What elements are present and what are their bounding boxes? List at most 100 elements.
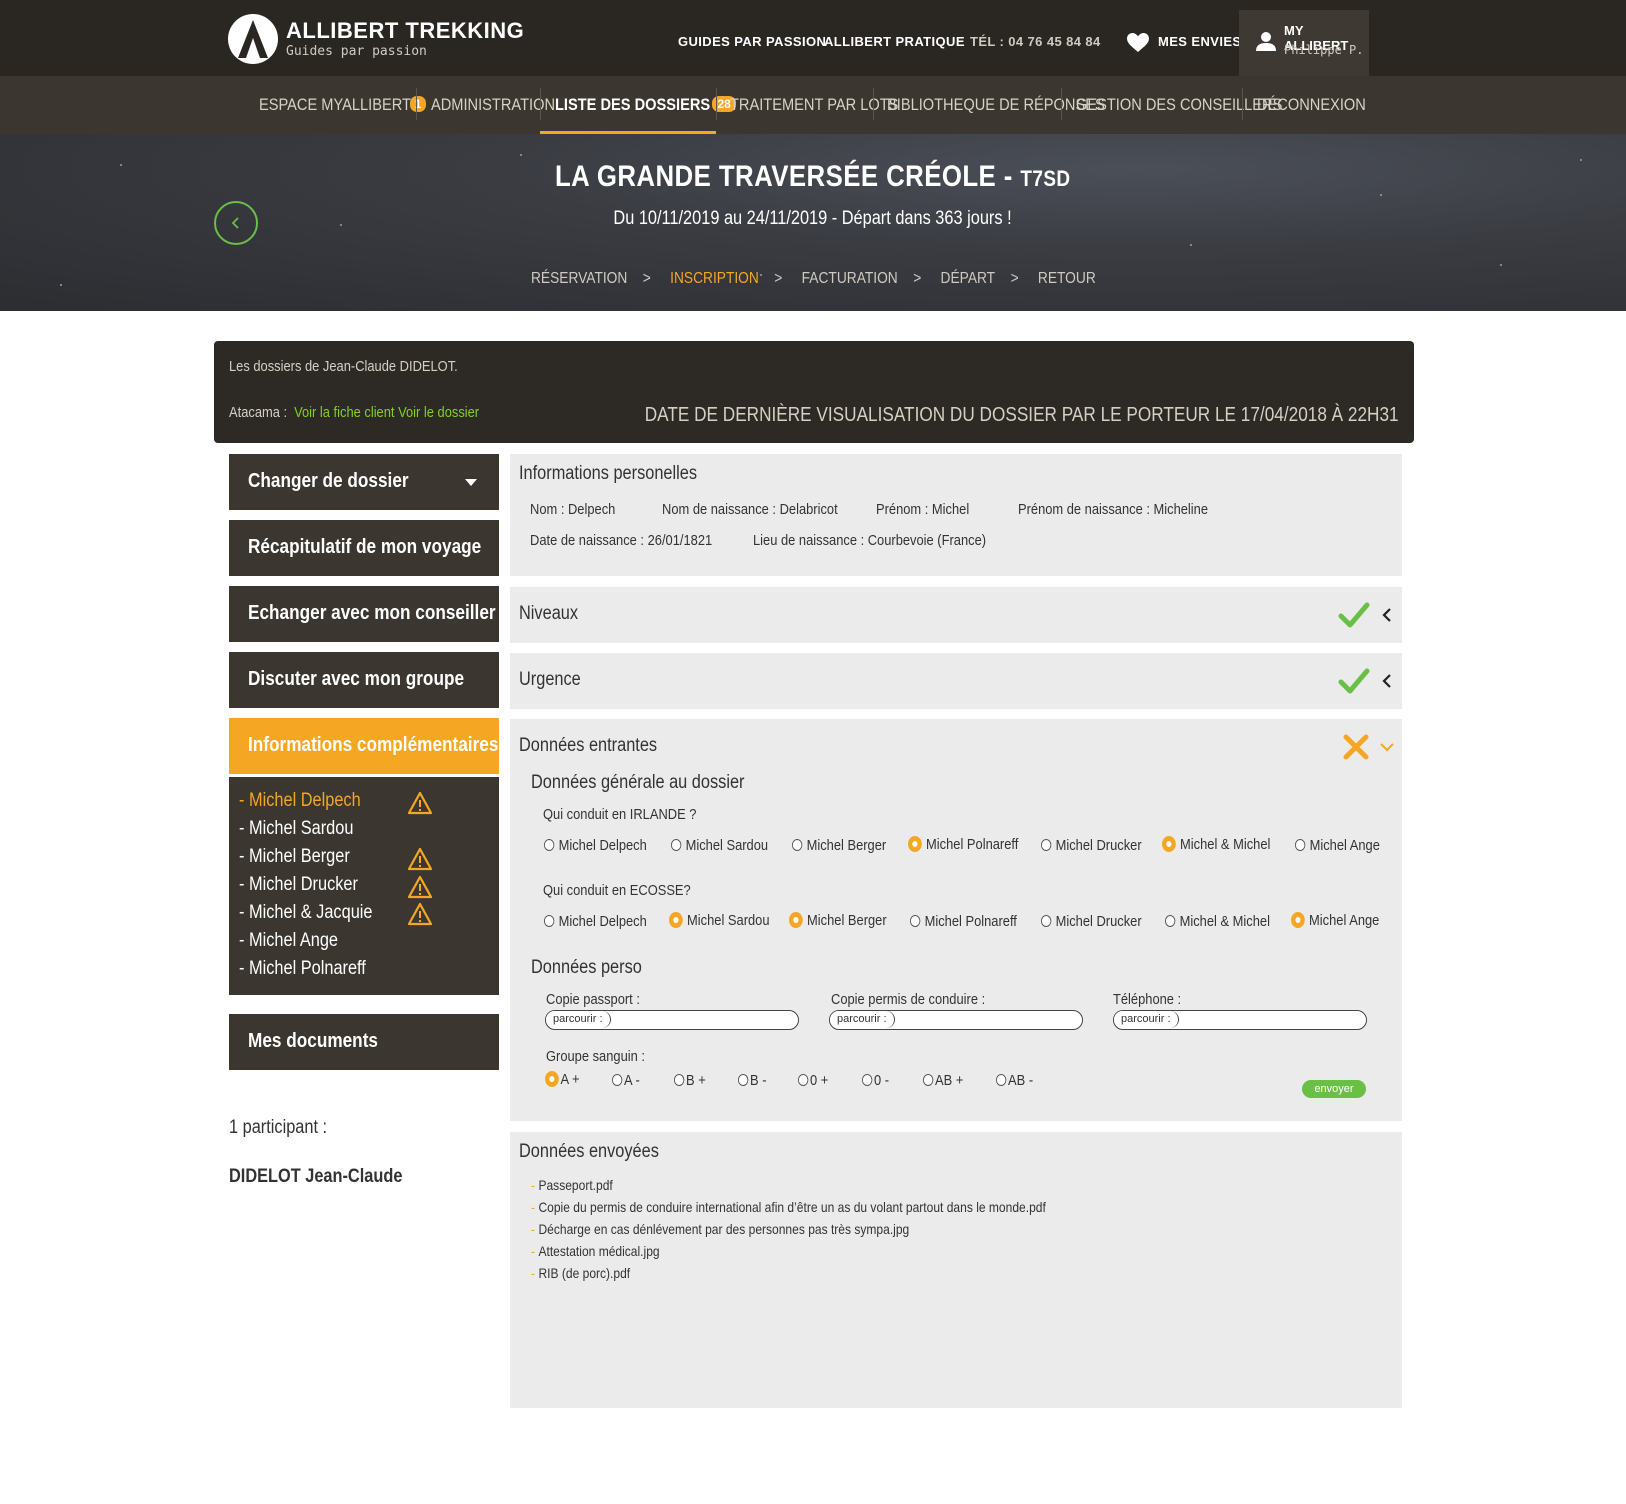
permis-file-input[interactable]: parcourir :	[829, 1010, 1083, 1030]
radio-irlande-polnareff[interactable]: Michel Polnareff	[908, 836, 1036, 853]
sidebar-discuter-groupe[interactable]: Discuter avec mon groupe	[229, 652, 499, 708]
radio-irlande-delpech[interactable]: Michel Delpech	[544, 837, 664, 854]
donnees-envoyees-panel: Données envoyées - Passeport.pdf - Copie d…	[510, 1132, 1402, 1408]
radio-ecosse-delpech[interactable]: Michel Delpech	[544, 913, 664, 930]
label-text: Groupe sanguin :	[546, 1048, 645, 1065]
subnav-espace-myallibert[interactable]: ESPACE MYALLIBERT 1	[259, 95, 436, 115]
chevron-down-icon[interactable]	[1379, 741, 1395, 753]
my-allibert-account[interactable]: MY ALLIBERT Philippe P.	[1239, 10, 1369, 76]
participant-item[interactable]: - Michel Polnareff	[239, 958, 387, 980]
link-fiche-client[interactable]: Voir la fiche client	[294, 404, 394, 421]
chevron-left-icon[interactable]	[1381, 673, 1393, 689]
radio-irlande-berger[interactable]: Michel Berger	[792, 837, 902, 854]
radio-ecosse-ange[interactable]: Michel Ange	[1291, 912, 1394, 929]
radio-indicator-selected	[789, 912, 803, 928]
radio-label: 0 -	[874, 1072, 890, 1089]
field-prenom: Prénom : Michel	[876, 501, 984, 518]
sidebar-mes-documents[interactable]: Mes documents	[229, 1014, 499, 1070]
radio-blood-a-plus[interactable]: A +	[545, 1071, 585, 1088]
browse-button[interactable]: parcourir :	[546, 1011, 611, 1028]
nav-mes-envies[interactable]: MES ENVIES	[1158, 34, 1241, 49]
question-ecosse: Qui conduit en ECOSSE?	[543, 882, 715, 899]
blood-group-label: Groupe sanguin :	[546, 1048, 661, 1065]
radio-indicator	[738, 1074, 749, 1086]
question-irlande: Qui conduit en IRLANDE ?	[543, 806, 721, 823]
radio-irlande-michel-michel[interactable]: Michel & Michel	[1162, 836, 1288, 853]
phone-file-input[interactable]: parcourir :	[1113, 1010, 1367, 1030]
subnav-administration[interactable]: ADMINISTRATION	[431, 95, 575, 115]
radio-blood-0-plus[interactable]: 0 +	[798, 1072, 833, 1089]
radio-blood-b-minus[interactable]: B -	[738, 1072, 771, 1089]
radio-indicator	[1041, 915, 1052, 927]
participant-item[interactable]: - Michel & Jacquie	[239, 902, 394, 924]
personal-info-panel: Informations personelles Nom : Delpech N…	[510, 454, 1402, 576]
participant-item[interactable]: - Michel Drucker	[239, 874, 377, 896]
link-voir-dossier[interactable]: Voir le dossier	[398, 404, 479, 421]
radio-indicator-selected	[1291, 912, 1305, 928]
sent-file-item[interactable]: - Copie du permis de conduire internation…	[531, 1199, 1130, 1215]
sent-file-item[interactable]: - Décharge en cas dénlévement par des per…	[531, 1221, 971, 1237]
dossier-owner: Les dossiers de Jean-Claude DIDELOT.	[229, 358, 495, 375]
sidebar-recapitulatif[interactable]: Récapitulatif de mon voyage	[229, 520, 499, 576]
urgence-panel[interactable]: Urgence	[510, 653, 1402, 709]
radio-ecosse-berger[interactable]: Michel Berger	[789, 912, 903, 929]
allibert-logo-icon[interactable]	[228, 14, 278, 64]
step-retour[interactable]: RETOUR	[1038, 270, 1096, 287]
radio-ecosse-drucker[interactable]: Michel Drucker	[1041, 913, 1158, 930]
radio-label: Michel Delpech	[558, 837, 647, 854]
radio-label: B -	[750, 1072, 767, 1089]
radio-ecosse-polnareff[interactable]: Michel Polnareff	[910, 913, 1034, 930]
radio-irlande-sardou[interactable]: Michel Sardou	[671, 837, 784, 854]
step-inscription[interactable]: INSCRIPTION	[670, 270, 759, 287]
file-name: Décharge en cas dénlévement par des pers…	[538, 1221, 910, 1237]
field-nom-naissance: Nom de naissance : Delabricot	[662, 501, 866, 518]
radio-blood-b-plus[interactable]: B +	[674, 1072, 711, 1089]
step-depart[interactable]: DÉPART	[940, 270, 995, 287]
subnav-label: DÉCONNEXION	[1257, 95, 1366, 114]
panel-title: Données envoyées	[519, 1141, 682, 1163]
radio-label: Michel Drucker	[1055, 837, 1142, 854]
send-button[interactable]: envoyer	[1302, 1080, 1366, 1098]
chevron-left-icon[interactable]	[1381, 607, 1393, 623]
sidebar-button-label: Echanger avec mon conseiller	[248, 602, 496, 624]
radio-irlande-drucker[interactable]: Michel Drucker	[1041, 837, 1158, 854]
radio-indicator	[923, 1074, 934, 1086]
participant-item[interactable]: - Michel Ange	[239, 930, 354, 952]
subnav-label: LISTE DES DOSSIERS	[555, 95, 711, 114]
radio-blood-0-minus[interactable]: 0 -	[862, 1072, 894, 1089]
brand-name[interactable]: ALLIBERT TREKKING	[286, 18, 524, 44]
browse-button[interactable]: parcourir :	[830, 1011, 895, 1028]
passport-label: Copie passport :	[546, 991, 655, 1008]
passport-file-input[interactable]: parcourir :	[545, 1010, 799, 1030]
radio-label: 0 +	[810, 1072, 829, 1089]
sidebar-echanger-conseiller[interactable]: Echanger avec mon conseiller	[229, 586, 499, 642]
subnav-deconnexion[interactable]: DÉCONNEXION	[1257, 95, 1384, 115]
radio-blood-a-minus[interactable]: A -	[612, 1072, 644, 1089]
nav-phone[interactable]: TÉL : 04 76 45 84 84	[970, 34, 1101, 49]
radio-blood-ab-plus[interactable]: AB +	[923, 1072, 970, 1089]
participant-item[interactable]: - Michel Sardou	[239, 818, 372, 840]
sent-file-item[interactable]: - Attestation médical.jpg	[531, 1243, 681, 1259]
sent-file-item[interactable]: - Passeport.pdf	[531, 1177, 626, 1193]
donnees-entrantes-panel: Données entrantes Données générale au do…	[510, 719, 1402, 1121]
radio-blood-ab-minus[interactable]: AB -	[996, 1072, 1039, 1089]
sidebar-informations-complementaires[interactable]: Informations complémentaires	[229, 718, 499, 774]
field-date-naissance: Date de naissance : 26/01/1821	[530, 532, 742, 549]
browse-button[interactable]: parcourir :	[1114, 1011, 1179, 1028]
nav-guides-par-passion[interactable]: GUIDES PAR PASSION	[678, 34, 826, 49]
change-dossier-dropdown[interactable]: Changer de dossier	[229, 454, 499, 510]
niveaux-panel[interactable]: Niveaux	[510, 587, 1402, 643]
nav-allibert-pratique[interactable]: ALLIBERT PRATIQUE	[824, 34, 965, 49]
radio-ecosse-michel-michel[interactable]: Michel & Michel	[1165, 913, 1287, 930]
subnav-liste-des-dossiers[interactable]: LISTE DES DOSSIERS 28	[555, 95, 736, 115]
step-reservation[interactable]: RÉSERVATION	[531, 270, 627, 287]
panel-title[interactable]: Données entrantes	[519, 735, 680, 757]
radio-irlande-ange[interactable]: Michel Ange	[1295, 837, 1394, 854]
participant-item[interactable]: - Michel Delpech	[239, 790, 381, 812]
radio-label: Michel Delpech	[558, 913, 647, 930]
participant-item[interactable]: - Michel Berger	[239, 846, 368, 868]
sent-file-item[interactable]: - RIB (de porc).pdf	[531, 1265, 646, 1281]
radio-ecosse-sardou[interactable]: Michel Sardou	[669, 912, 786, 929]
step-facturation[interactable]: FACTURATION	[801, 270, 897, 287]
heart-icon[interactable]	[1127, 33, 1149, 53]
